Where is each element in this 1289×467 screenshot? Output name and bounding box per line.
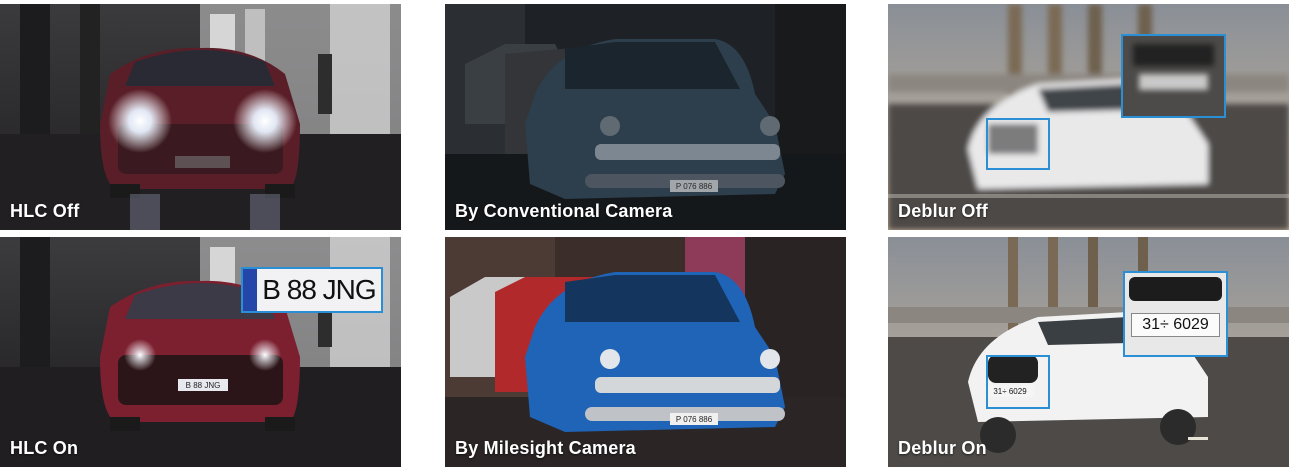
hlc-on-image: B 88 JNG B 88 JNG HLC On	[0, 237, 401, 467]
deblur-on-grille-box	[986, 355, 1050, 409]
conventional-camera-image: P 076 886 By Conventional Camera	[445, 4, 846, 230]
milesight-plate: P 076 886	[676, 415, 713, 424]
deblur-off-scene	[888, 4, 1289, 230]
milesight-scene: P 076 886	[445, 237, 846, 467]
hlc-off-caption: HLC Off	[10, 201, 80, 221]
deblur-on-image: 31÷ 6029 31÷ 6029 Deblur On	[888, 237, 1289, 467]
hlc-on-caption: HLC On	[10, 438, 79, 458]
deblur-on-scene: 31÷ 6029	[888, 237, 1289, 467]
deblur-on-caption: Deblur On	[898, 438, 987, 458]
hlc-off-scene	[0, 4, 401, 230]
hlc-on-small-plate: B 88 JNG	[186, 381, 221, 390]
deblur-off-caption: Deblur Off	[898, 201, 988, 221]
conventional-scene: P 076 886	[445, 4, 846, 230]
milesight-camera-image: P 076 886 By Milesight Camera	[445, 237, 846, 467]
deblur-off-grille-box	[986, 118, 1050, 170]
deblur-on-zoom: 31÷ 6029	[1123, 271, 1228, 357]
milesight-caption: By Milesight Camera	[455, 438, 636, 458]
conventional-caption: By Conventional Camera	[455, 201, 673, 221]
deblur-off-zoom	[1121, 34, 1226, 118]
conventional-plate: P 076 886	[676, 182, 713, 191]
deblur-on-zoom-plate-text: 31÷ 6029	[1142, 316, 1209, 333]
hlc-on-plate-zoom: B 88 JNG	[241, 267, 383, 313]
hlc-off-image: HLC Off	[0, 4, 401, 230]
hlc-on-plate-zoom-text: B 88 JNG	[262, 274, 376, 305]
deblur-off-image: Deblur Off	[888, 4, 1289, 230]
